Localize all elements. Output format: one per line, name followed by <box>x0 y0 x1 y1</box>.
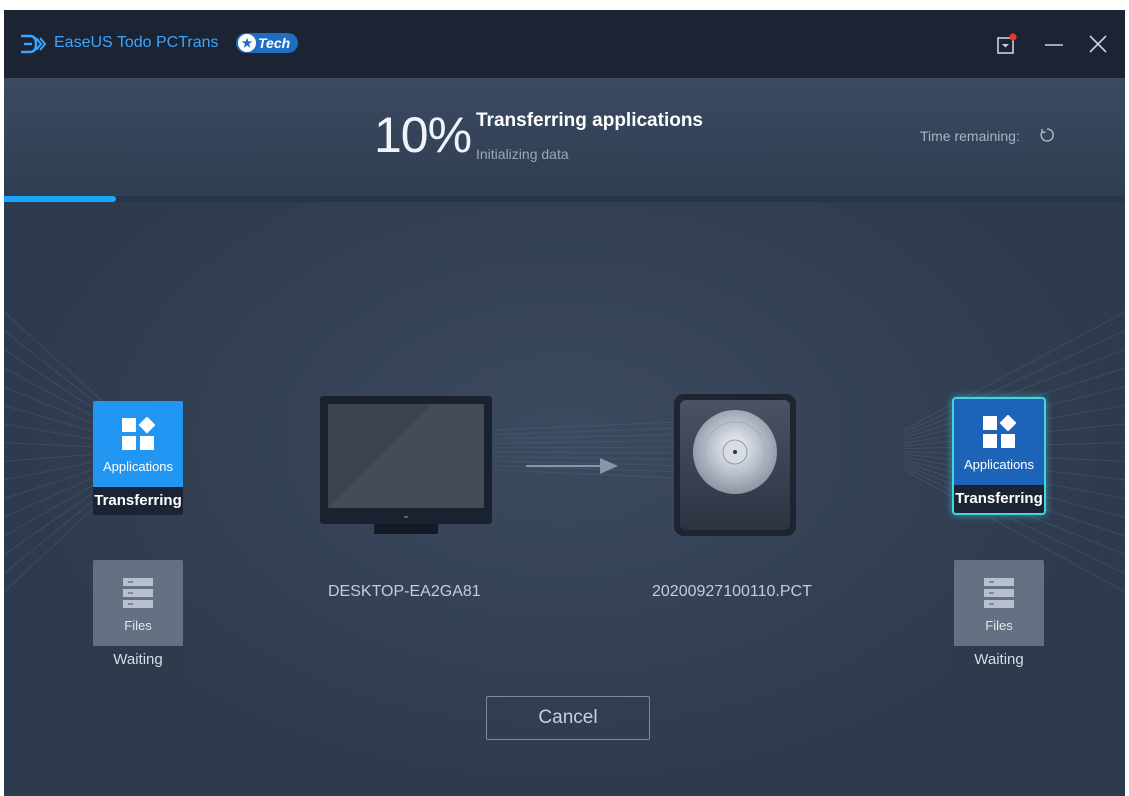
source-files-tile[interactable]: Files Waiting <box>93 560 183 674</box>
monitor-icon <box>320 396 492 534</box>
app-title: EaseUS Todo PCTrans <box>54 34 219 51</box>
status-title: Transferring applications <box>476 110 703 131</box>
time-remaining-label: Time remaining: <box>920 128 1020 144</box>
minimize-icon[interactable] <box>1038 28 1070 60</box>
destination-files-tile[interactable]: Files Waiting <box>954 560 1044 674</box>
applications-icon <box>122 417 155 450</box>
image-file-disk-icon <box>674 394 796 536</box>
source-device-name: DESKTOP-EA2GA81 <box>328 583 481 600</box>
applications-icon <box>983 415 1016 448</box>
progress-percent: 10% <box>374 107 472 163</box>
edition-badge-label: Tech <box>258 35 291 51</box>
files-icon <box>984 578 1014 608</box>
destination-file-name: 20200927100110.PCT <box>652 583 812 600</box>
status-subtitle: Initializing data <box>476 146 569 162</box>
app-logo-icon <box>21 34 46 54</box>
tile-label: Files <box>124 618 152 633</box>
tile-status: Waiting <box>954 646 1044 674</box>
app-window: EaseUS Todo PCTrans ★ Tech 10% Transferr… <box>4 10 1125 796</box>
source-applications-tile[interactable]: Applications Transferring <box>93 401 183 515</box>
files-icon <box>123 578 153 608</box>
edition-badge: ★ Tech <box>236 33 299 53</box>
tile-label: Files <box>985 618 1013 633</box>
title-bar[interactable]: EaseUS Todo PCTrans ★ Tech <box>4 10 1125 78</box>
transfer-arrow-icon <box>526 458 618 474</box>
close-icon[interactable] <box>1082 28 1114 60</box>
tile-label: Applications <box>102 459 174 474</box>
feedback-icon[interactable] <box>990 28 1022 60</box>
loading-spinner-icon <box>1040 128 1054 142</box>
tile-status: Transferring <box>954 485 1044 513</box>
star-icon: ★ <box>238 34 256 52</box>
destination-applications-tile[interactable]: Applications Transferring <box>954 399 1044 513</box>
tile-status: Waiting <box>93 646 183 674</box>
tile-status: Transferring <box>93 487 183 515</box>
tile-label: Applications <box>963 457 1035 472</box>
cancel-button[interactable]: Cancel <box>486 696 650 740</box>
